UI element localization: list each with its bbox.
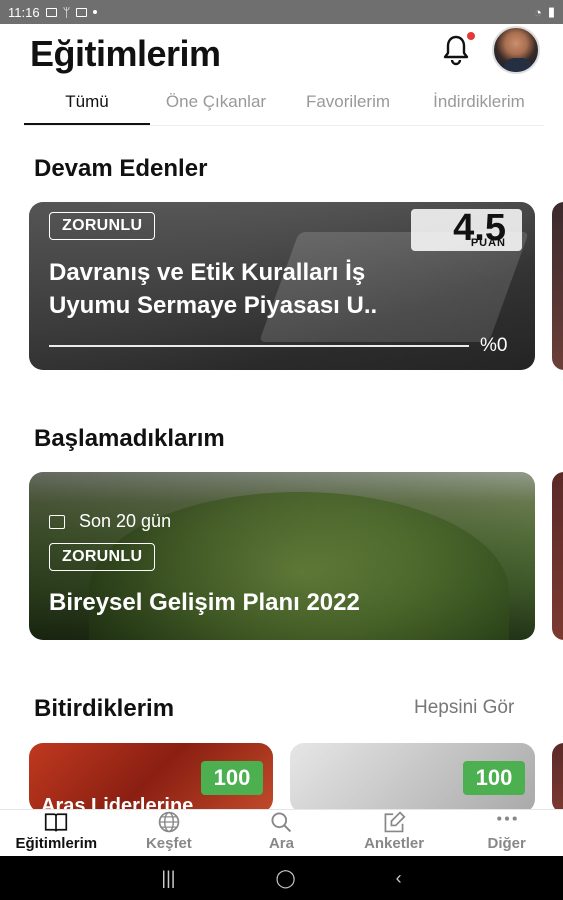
tab-featured[interactable]: Öne Çıkanlar [150,84,282,125]
recents-icon[interactable]: ||| [161,868,175,889]
next-card-peek[interactable] [552,472,563,640]
globe-icon [158,811,180,833]
course-title: Bireysel Gelişim Planı 2022 [49,589,360,616]
notification-badge [465,30,477,42]
section-title-finished: Bitirdiklerim [34,695,175,722]
back-icon[interactable]: ‹ [396,868,402,889]
lock-icon: ▮ [547,4,555,19]
page-title: Eğitimlerim [30,33,221,74]
edit-icon [384,811,406,833]
nav-label: Anketler [364,835,425,852]
section-title-ongoing: Devam Edenler [34,155,208,182]
nav-item-search[interactable]: Ara [225,810,338,856]
bottom-navigation: Eğitimlerim Keşfet Ara Anketler Diğer [0,809,563,856]
tab-bar: Tümü Öne Çıkanlar Favorilerim İndirdikle… [24,84,544,126]
course-title-line-1: Davranış ve Etik Kuralları İş [49,259,366,286]
next-card-peek[interactable] [552,743,563,813]
days-remaining: Son 20 gün [79,511,172,531]
book-icon [45,813,68,832]
more-icon [496,816,517,821]
tab-all[interactable]: Tümü [24,84,150,125]
section-title-not-started: Başlamadıklarım [34,425,225,452]
home-icon[interactable]: ◯ [275,868,295,889]
next-card-peek[interactable] [552,202,563,370]
not-started-course-card[interactable]: Son 20 gün ZORUNLU Bireysel Gelişim Plan… [29,472,535,640]
progress-label: %0 [480,335,508,356]
nav-item-trainings[interactable]: Eğitimlerim [0,810,113,856]
search-icon [271,812,292,833]
calendar-icon [49,515,65,529]
system-navigation-bar: ||| ◯ ‹ [0,856,563,900]
card-icon [76,7,88,17]
nav-label: Diğer [487,835,526,852]
score-unit: PUAN [470,237,506,249]
avatar[interactable] [492,26,540,74]
score-badge: 100 [463,761,525,795]
nav-label: Eğitimlerim [15,835,98,852]
wifi-icon: ◔ [533,4,542,20]
usb-icon: ᛘ [62,4,71,20]
tab-favorites[interactable]: Favorilerim [282,84,414,125]
score-box: 4.5 PUAN [411,207,522,251]
course-title-line-2: Uyumu Sermaye Piyasası U.. [49,292,378,319]
header: Eğitimlerim [0,24,563,84]
see-all-link[interactable]: Hepsini Gör [414,697,514,719]
finished-course-card[interactable]: 100 [290,743,535,813]
mandatory-tag: ZORUNLU [49,543,156,571]
nav-item-surveys[interactable]: Anketler [338,810,451,856]
status-bar: 11:16 ᛘ ◔ ▮ [0,0,563,24]
score-badge: 100 [201,761,263,795]
course-title: Davranış ve Etik Kuralları İş Uyumu Serm… [49,256,377,322]
status-time: 11:16 [8,4,40,20]
nav-item-explore[interactable]: Keşfet [113,810,226,856]
nav-item-more[interactable]: Diğer [450,810,563,856]
progress-bar [49,345,469,347]
finished-course-card[interactable]: 100 Aras Liderlerine [29,743,273,813]
nav-label: Keşfet [145,835,192,852]
nav-label: Ara [268,835,294,852]
image-icon [45,7,57,17]
ongoing-course-card[interactable]: ZORUNLU 4.5 PUAN Davranış ve Etik Kurall… [29,202,535,370]
notification-dot-icon [93,10,98,14]
mandatory-tag: ZORUNLU [49,212,156,240]
tab-downloads[interactable]: İndirdiklerim [414,84,544,125]
